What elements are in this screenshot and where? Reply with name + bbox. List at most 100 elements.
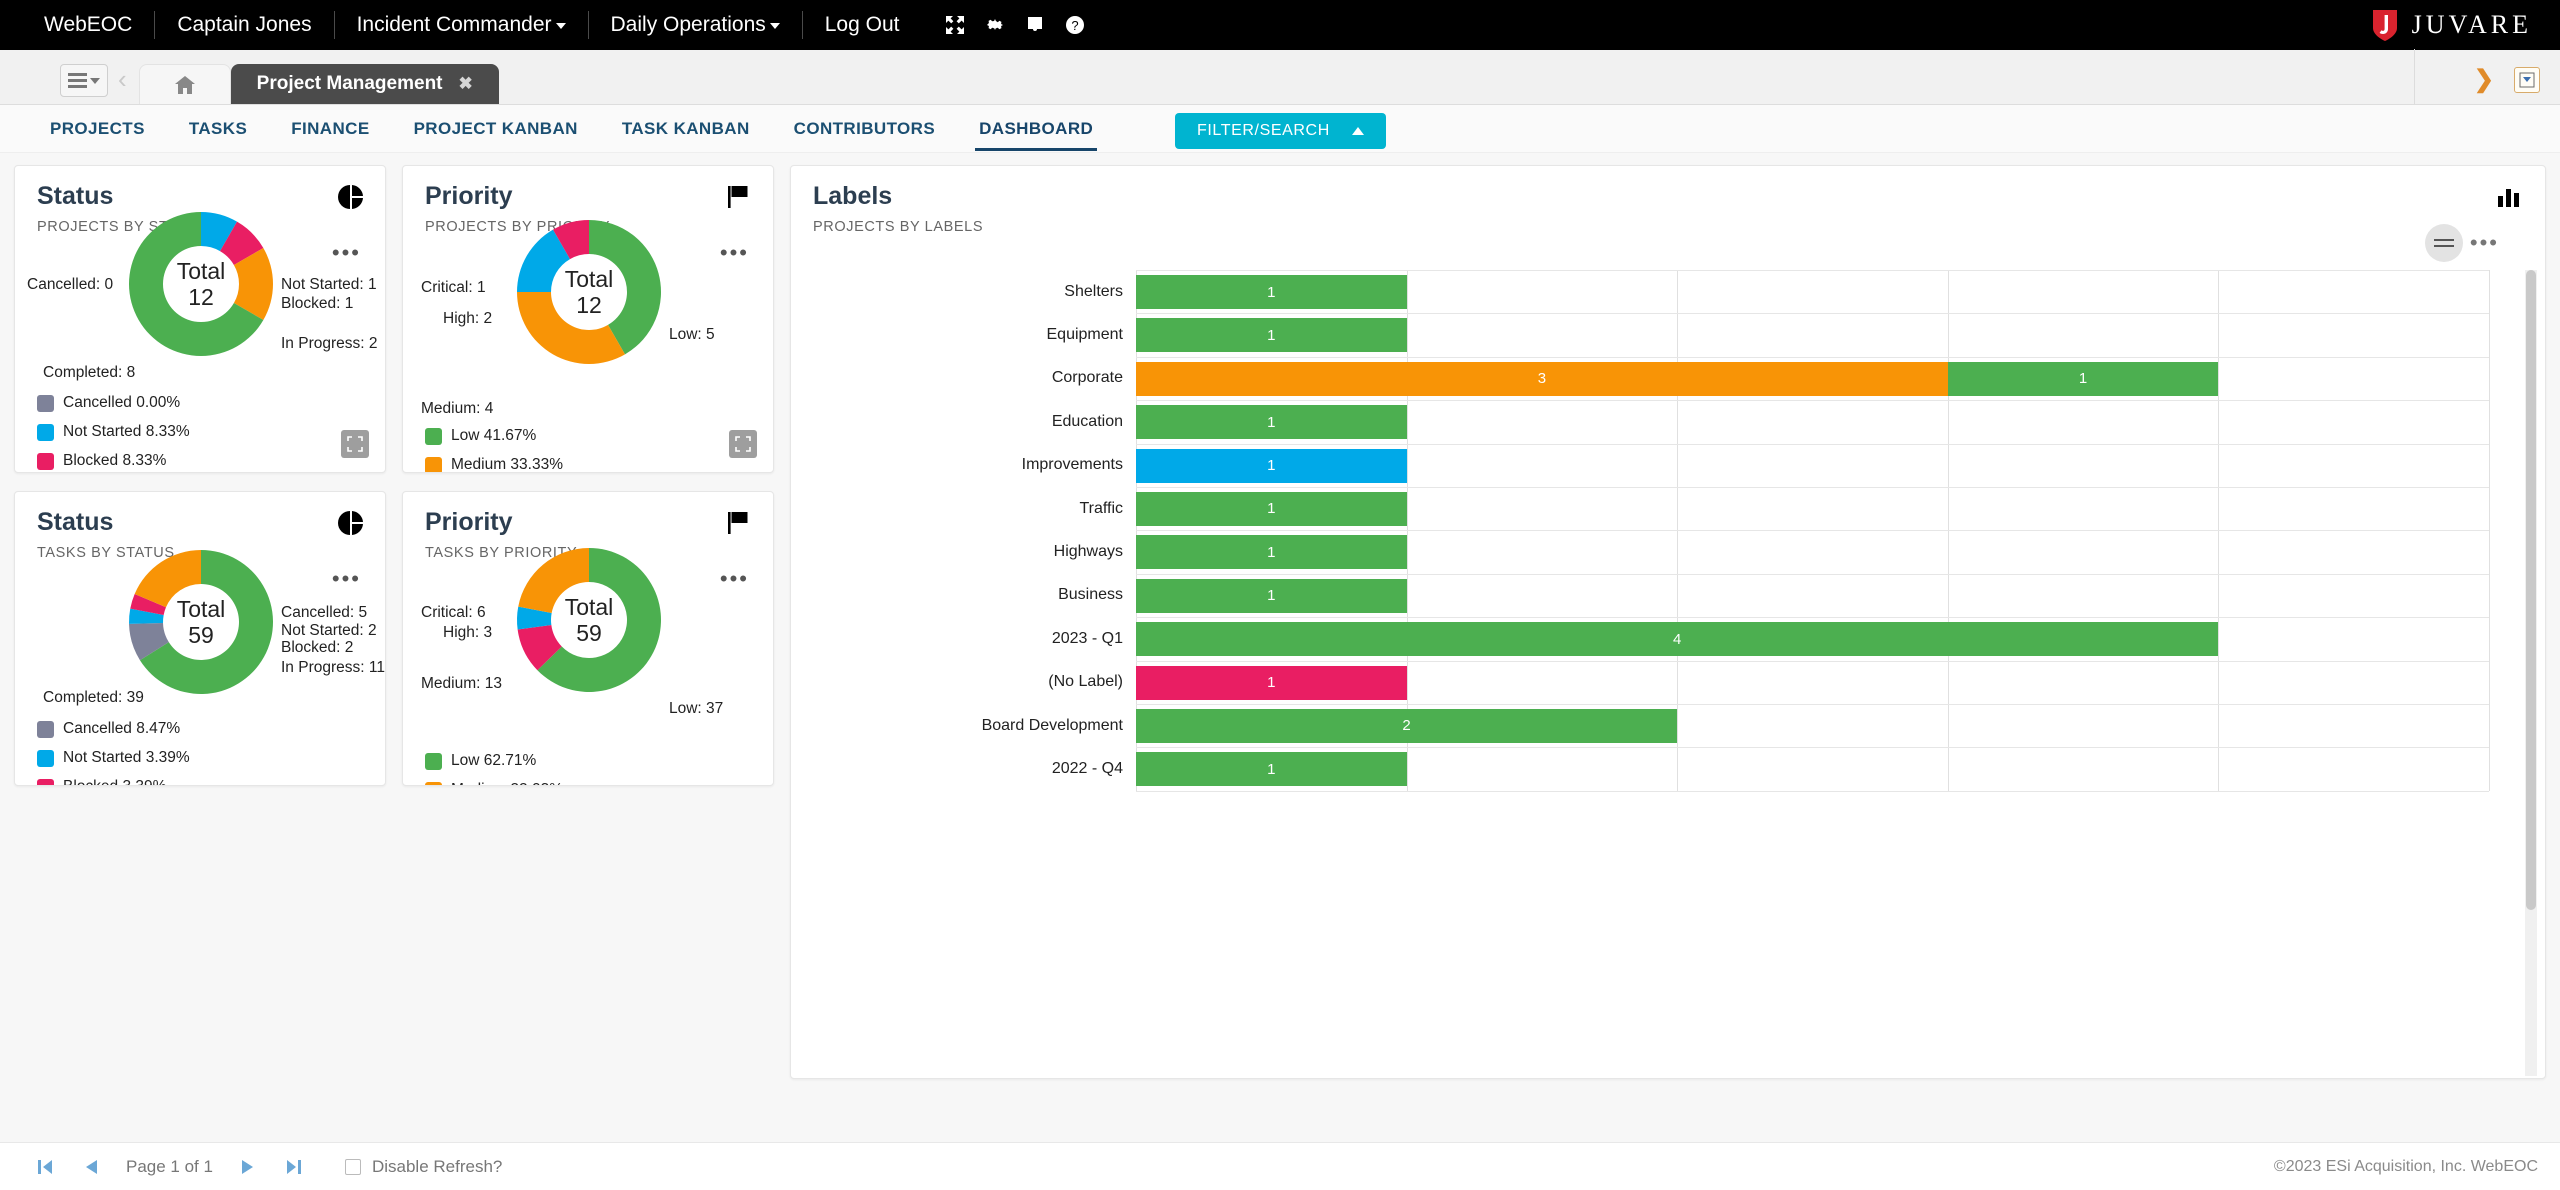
donut-callout: Not Started: 1: [281, 276, 377, 293]
labels-scrollbar[interactable]: [2525, 270, 2537, 1076]
bar-track: 1: [1136, 270, 2545, 313]
bar-segment[interactable]: 1: [1136, 275, 1407, 309]
donut-total-label: Total: [564, 594, 614, 620]
next-page-icon[interactable]: [225, 1152, 271, 1182]
legend-swatch: [37, 778, 54, 785]
bar-row[interactable]: Shelters 1: [791, 270, 2545, 313]
bar-row[interactable]: Education 1: [791, 400, 2545, 443]
home-icon: [174, 75, 195, 94]
gear-icon[interactable]: [975, 0, 1015, 50]
home-tab[interactable]: [138, 64, 231, 104]
last-page-icon[interactable]: [271, 1152, 317, 1182]
copyright-text: ©2023 ESi Acquisition, Inc. WebEOC: [2273, 1157, 2538, 1175]
bar-row[interactable]: Improvements 1: [791, 444, 2545, 487]
tab-task-kanban[interactable]: TASK KANBAN: [600, 105, 772, 153]
bar-track: 1: [1136, 487, 2545, 530]
tab-finance[interactable]: FINANCE: [269, 105, 391, 153]
bar-track: 4: [1136, 617, 2545, 660]
tab-projects[interactable]: PROJECTS: [28, 105, 167, 153]
bar-segment[interactable]: 1: [1947, 361, 2219, 396]
top-nav-items: WebEOC Captain Jones Incident Commander Dai…: [0, 0, 921, 50]
bar-segment[interactable]: 1: [1136, 578, 1407, 613]
fullscreen-icon[interactable]: [341, 430, 369, 458]
dock-panel-icon[interactable]: [2514, 66, 2540, 93]
bar-row[interactable]: Equipment 1: [791, 313, 2545, 356]
bar-row[interactable]: Board Development 2: [791, 704, 2545, 747]
tab-dashboard[interactable]: DASHBOARD: [957, 105, 1115, 153]
bar-segment[interactable]: 1: [1136, 405, 1407, 440]
legend-swatch: [425, 781, 442, 785]
legend-item[interactable]: Not Started 8.33%: [37, 423, 209, 441]
previous-page-icon[interactable]: [68, 1152, 114, 1182]
legend-item[interactable]: Blocked 3.39%: [37, 778, 209, 785]
donut-total-value: 59: [188, 621, 214, 648]
hamburger-menu-icon[interactable]: [60, 64, 108, 97]
donut-callout: Cancelled: 0: [27, 276, 114, 293]
topnav-item-log-out[interactable]: Log Out: [803, 0, 922, 50]
bar-segment[interactable]: 1: [1136, 752, 1407, 787]
bar-row[interactable]: 2022 - Q4 1: [791, 747, 2545, 790]
chart-hamburger-icon[interactable]: [2424, 224, 2463, 262]
topnav-item-webeoc[interactable]: WebEOC: [22, 0, 154, 50]
more-options-icon[interactable]: •••: [2470, 232, 2499, 254]
bar-row[interactable]: Corporate 3 1: [791, 357, 2545, 400]
bar-segment[interactable]: 1: [1136, 665, 1407, 700]
tab-contributors[interactable]: CONTRIBUTORS: [772, 105, 957, 153]
bar-segment[interactable]: 1: [1136, 491, 1407, 526]
bar-track: 31: [1136, 357, 2545, 400]
donut-total: Total 59: [161, 596, 241, 649]
close-icon[interactable]: ✖: [459, 74, 473, 94]
topnav-item-captain-jones[interactable]: Captain Jones: [155, 0, 333, 50]
legend-item[interactable]: Low 62.71%: [425, 752, 597, 770]
bar-row[interactable]: 2023 - Q1 4: [791, 617, 2545, 660]
legend-item[interactable]: Cancelled 0.00%: [37, 394, 209, 412]
legend-item[interactable]: Cancelled 8.47%: [37, 720, 209, 738]
filter-search-button[interactable]: FILTER/SEARCH: [1175, 113, 1386, 149]
tab-bar-right-controls: ❯: [2474, 65, 2540, 94]
bar-track: 1: [1136, 661, 2545, 704]
fullscreen-icon[interactable]: [729, 430, 757, 458]
expand-arrows-icon[interactable]: [935, 0, 975, 50]
bar-category-label: Shelters: [1064, 282, 1123, 300]
donut-callout: In Progress: 2: [281, 335, 378, 352]
legend-item[interactable]: Medium 22.03%: [425, 781, 597, 785]
tab-project-management[interactable]: Project Management ✖: [230, 64, 499, 104]
inbox-icon[interactable]: [1015, 0, 1055, 50]
legend-label: Not Started 8.33%: [63, 423, 190, 440]
first-page-icon[interactable]: [22, 1152, 68, 1182]
tab-label: Project Management: [256, 73, 443, 94]
chevron-left-icon[interactable]: ‹: [118, 66, 127, 92]
bar-row[interactable]: Business 1: [791, 574, 2545, 617]
bar-segment[interactable]: 3: [1136, 361, 1948, 396]
bar-segment[interactable]: 2: [1136, 708, 1678, 743]
topnav-item-daily-operations[interactable]: Daily Operations: [589, 0, 802, 50]
bar-row[interactable]: Traffic 1: [791, 487, 2545, 530]
legend-item[interactable]: Low 41.67%: [425, 427, 597, 445]
chart-menu-icon[interactable]: •••: [2424, 224, 2499, 262]
donut-total-value: 59: [576, 619, 602, 646]
legend-item[interactable]: Medium 33.33%: [425, 456, 597, 472]
help-icon[interactable]: ?: [1055, 0, 1095, 50]
chevron-right-icon[interactable]: ❯: [2474, 65, 2494, 94]
legend-item[interactable]: Not Started 3.39%: [37, 749, 209, 767]
donut-total-label: Total: [564, 266, 614, 292]
card-projects-by-labels: Labels PROJECTS BY LABELS ••• Shelters 1 E…: [790, 165, 2546, 1079]
chart-legend: Cancelled 8.47% Not Started 3.39% Blocked …: [15, 720, 385, 785]
bar-chart-icon: [2497, 184, 2523, 213]
bar-segment[interactable]: 1: [1136, 535, 1407, 570]
checkbox-box[interactable]: [344, 1158, 361, 1175]
bar-segment[interactable]: 1: [1136, 318, 1407, 353]
tab-project-kanban[interactable]: PROJECT KANBAN: [392, 105, 600, 153]
donut-total: Total 59: [549, 594, 629, 647]
disable-refresh-label: Disable Refresh?: [371, 1156, 503, 1176]
legend-label: Low 62.71%: [451, 752, 537, 769]
tab-tasks[interactable]: TASKS: [167, 105, 269, 153]
scrollbar-thumb[interactable]: [2526, 270, 2536, 910]
legend-item[interactable]: Blocked 8.33%: [37, 452, 209, 470]
bar-segment[interactable]: 4: [1136, 622, 2219, 657]
bar-row[interactable]: (No Label) 1: [791, 661, 2545, 704]
bar-row[interactable]: Highways 1: [791, 530, 2545, 573]
bar-segment[interactable]: 1: [1136, 448, 1407, 483]
topnav-item-incident-commander[interactable]: Incident Commander: [335, 0, 588, 50]
disable-refresh-checkbox[interactable]: Disable Refresh?: [344, 1156, 503, 1177]
